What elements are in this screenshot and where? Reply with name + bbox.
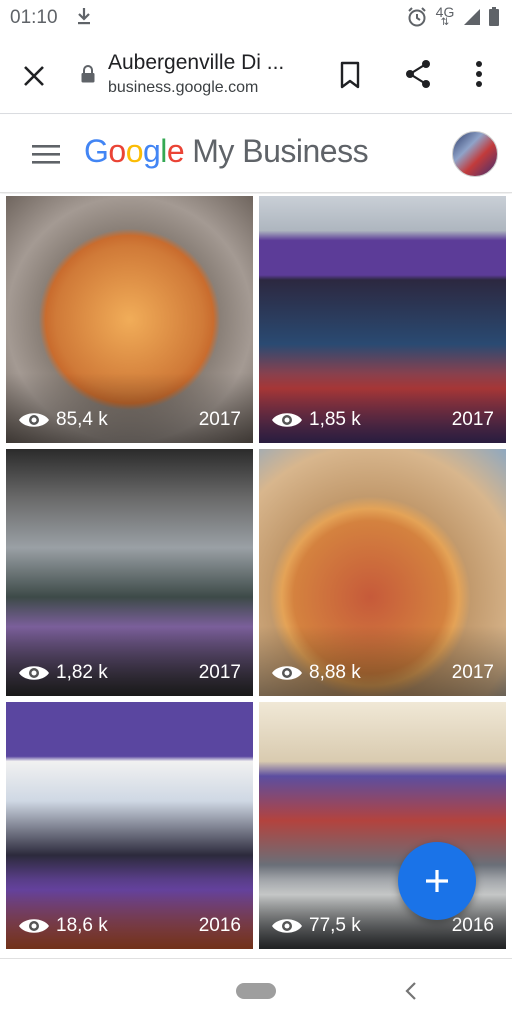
page-title[interactable]: Aubergenville Di ...	[108, 51, 284, 75]
photo-tile[interactable]: 77,5 k 2016	[259, 702, 506, 949]
photo-tile[interactable]: 85,4 k 2017	[6, 196, 253, 443]
eye-icon	[19, 919, 49, 933]
view-count-value: 18,6 k	[56, 915, 108, 936]
signal-icon	[464, 9, 480, 25]
photo-tile[interactable]: 8,88 k 2017	[259, 449, 506, 696]
eye-icon	[272, 919, 302, 933]
photo-tile[interactable]: 1,85 k 2017	[259, 196, 506, 443]
view-count: 77,5 k	[271, 915, 361, 937]
menu-icon[interactable]	[32, 143, 60, 165]
google-my-business-logo[interactable]: Google My Business	[84, 133, 369, 170]
status-time: 01:10	[10, 7, 58, 28]
photo-grid: 85,4 k 2017 1,85 k 2017 1,82 k 2017 8,88…	[0, 194, 512, 952]
battery-icon	[489, 7, 499, 26]
download-icon	[78, 8, 90, 25]
view-count-value: 77,5 k	[309, 915, 361, 936]
add-photo-button[interactable]	[398, 842, 476, 920]
tile-shade	[259, 626, 506, 696]
back-icon[interactable]	[402, 979, 420, 1003]
more-vert-icon[interactable]	[468, 58, 490, 90]
view-count: 85,4 k	[18, 409, 108, 431]
photo-year: 2016	[198, 915, 241, 936]
tile-shade	[6, 879, 253, 949]
view-count: 8,88 k	[271, 662, 361, 684]
logo-letter: l	[160, 133, 167, 169]
view-count-value: 8,88 k	[309, 662, 361, 683]
photo-year: 2017	[198, 409, 241, 430]
url-host[interactable]: business.google.com	[108, 79, 258, 97]
photo-tile[interactable]: 18,6 k 2016	[6, 702, 253, 949]
browser-toolbar: Aubergenville Di ... business.google.com	[0, 36, 512, 114]
view-count: 18,6 k	[18, 915, 108, 937]
view-count: 1,82 k	[18, 662, 108, 684]
eye-icon	[19, 413, 49, 427]
view-count-value: 1,85 k	[309, 409, 361, 430]
system-nav-bar	[0, 958, 512, 1024]
lock-icon	[81, 65, 95, 83]
product-name: My Business	[192, 133, 369, 169]
close-icon[interactable]	[18, 60, 50, 92]
app-header: Google My Business	[0, 115, 512, 193]
logo-letter: o	[108, 133, 126, 169]
view-count: 1,85 k	[271, 409, 361, 431]
tile-shade	[259, 373, 506, 443]
status-bar: 01:10 4G ⇅	[0, 0, 512, 36]
avatar[interactable]	[452, 131, 498, 177]
bookmark-icon[interactable]	[336, 60, 364, 90]
eye-icon	[272, 666, 302, 680]
photo-year: 2017	[198, 662, 241, 683]
share-icon[interactable]	[402, 58, 434, 90]
eye-icon	[19, 666, 49, 680]
photo-year: 2017	[451, 409, 494, 430]
home-button[interactable]	[236, 983, 276, 999]
view-count-value: 1,82 k	[56, 662, 108, 683]
eye-icon	[272, 413, 302, 427]
photo-year: 2016	[451, 915, 494, 936]
logo-letter: G	[84, 133, 109, 169]
tile-shade	[6, 626, 253, 696]
logo-letter: g	[142, 133, 161, 169]
network-indicator: 4G ⇅	[434, 5, 456, 28]
plus-icon	[426, 870, 448, 892]
view-count-value: 85,4 k	[56, 409, 108, 430]
tile-shade	[6, 373, 253, 443]
photo-tile[interactable]: 1,82 k 2017	[6, 449, 253, 696]
photo-year: 2017	[451, 662, 494, 683]
logo-letter: o	[125, 133, 144, 169]
logo-letter: e	[166, 133, 185, 169]
alarm-icon	[408, 7, 426, 27]
